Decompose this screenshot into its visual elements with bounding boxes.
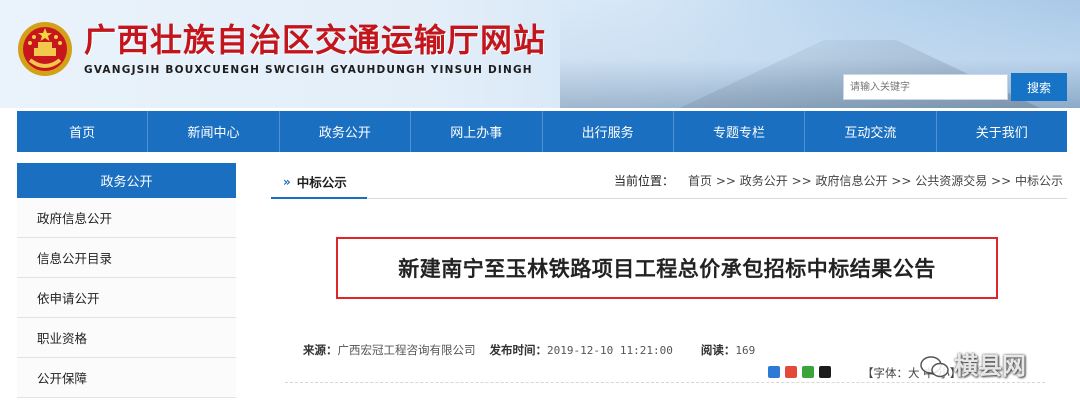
notice-title-highlight: 新建南宁至玉林铁路项目工程总价承包招标中标结果公告 [336, 237, 998, 299]
search-input[interactable] [843, 74, 1008, 100]
sidebar-heading: 政务公开 [17, 163, 236, 198]
breadcrumb-label: 当前位置： [614, 174, 675, 188]
share-wechat-icon[interactable] [802, 366, 814, 378]
watermark-text: 横县网 [954, 352, 1026, 380]
sidebar-item-apply-disclosure[interactable]: 依申请公开 [17, 278, 236, 318]
sidebar-item-disclosure-guarantee[interactable]: 公开保障 [17, 358, 236, 398]
source-value: 广西宏冠工程咨询有限公司 [337, 343, 476, 357]
sidebar-item-info-catalog[interactable]: 信息公开目录 [17, 238, 236, 278]
tab-bid-results[interactable]: » 中标公示 [271, 166, 367, 199]
content-tabbar: » 中标公示 当前位置： 首页 >> 政务公开 >> 政府信息公开 >> 公共资源… [271, 166, 1067, 199]
sidebar-item-qualifications[interactable]: 职业资格 [17, 318, 236, 358]
nav-item-home[interactable]: 首页 [17, 111, 147, 152]
wechat-watermark-icon [920, 356, 949, 378]
nav-item-gov-affairs[interactable]: 政务公开 [278, 111, 410, 152]
nav-item-news[interactable]: 新闻中心 [147, 111, 278, 152]
nav-item-travel-services[interactable]: 出行服务 [541, 111, 673, 152]
reads-label: 阅读： [700, 343, 736, 357]
national-emblem-icon [18, 22, 72, 76]
source-label: 来源： [303, 343, 338, 357]
site-header: 广西壮族自治区交通运输厅网站 GVANGJSIH BOUXCUENGH SWCI… [0, 0, 1080, 108]
site-title: 广西壮族自治区交通运输厅网站 [84, 21, 547, 59]
publish-time-label: 发布时间： [489, 343, 548, 357]
breadcrumb-path[interactable]: 首页 >> 政务公开 >> 政府信息公开 >> 公共资源交易 >> 中标公示 [688, 174, 1063, 188]
nav-item-online-services[interactable]: 网上办事 [410, 111, 541, 152]
tab-label: 中标公示 [296, 175, 347, 190]
main-nav: 首页 新闻中心 政务公开 网上办事 出行服务 专题专栏 互动交流 关于我们 [17, 111, 1067, 152]
nav-item-interaction[interactable]: 互动交流 [804, 111, 935, 152]
publish-time-value: 2019-12-10 11:21:00 [547, 344, 673, 357]
nav-item-special-topics[interactable]: 专题专栏 [672, 111, 804, 152]
article-meta: 来源：广西宏冠工程咨询有限公司 发布时间：2019-12-10 11:21:00 阅… [303, 342, 755, 358]
site-subtitle: GVANGJSIH BOUXCUENGH SWCIGIH GYAUHDUNGH … [84, 64, 533, 76]
meta-divider [285, 382, 1045, 383]
breadcrumb: 当前位置： 首页 >> 政务公开 >> 政府信息公开 >> 公共资源交易 >> 中… [614, 172, 1063, 189]
reads-value: 169 [735, 344, 756, 357]
search-button[interactable]: 搜索 [1011, 73, 1067, 101]
notice-title: 新建南宁至玉林铁路项目工程总价承包招标中标结果公告 [398, 256, 936, 281]
sidebar-item-gov-info[interactable]: 政府信息公开 [17, 198, 236, 238]
share-plus-icon[interactable] [768, 366, 780, 378]
share-weibo-icon[interactable] [785, 366, 797, 378]
sidebar: 政务公开 政府信息公开 信息公开目录 依申请公开 职业资格 公开保障 [17, 163, 236, 412]
double-chevron-icon: » [283, 174, 291, 189]
font-size-label: 【字体： [862, 366, 908, 380]
share-qq-icon[interactable] [819, 366, 831, 378]
watermark: 横县网 [920, 346, 1026, 381]
nav-item-about[interactable]: 关于我们 [935, 111, 1067, 152]
share-icons [768, 366, 831, 378]
